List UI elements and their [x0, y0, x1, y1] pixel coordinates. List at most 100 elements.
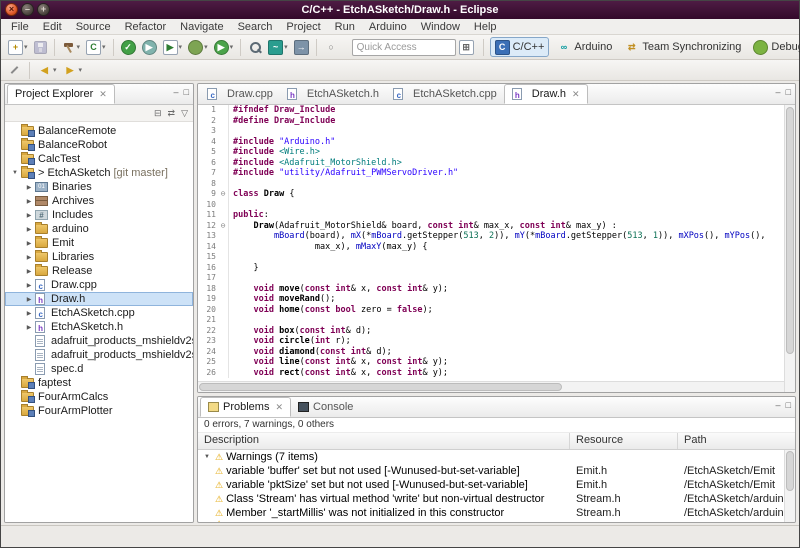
problem-row[interactable]: ⚠Member '_startMillis' was not initializ… — [198, 506, 783, 520]
quick-access-input[interactable] — [352, 39, 456, 56]
save-button[interactable] — [32, 37, 49, 57]
hscrollbar-thumb[interactable] — [199, 383, 562, 391]
tree-item-archives[interactable]: ▶Archives — [5, 194, 193, 208]
project-tree[interactable]: BalanceRemoteBalanceRobotCalcTest▼> Etch… — [5, 122, 193, 522]
minimize-problems-icon[interactable]: – — [776, 401, 781, 410]
editor-tab-etchasketch-h[interactable]: EtchASketch.h — [280, 84, 386, 104]
problems-group-warnings[interactable]: ▼⚠Warnings (7 items) — [198, 450, 783, 464]
tree-item-balanceremote[interactable]: BalanceRemote — [5, 124, 193, 138]
collapsed-arrow-icon[interactable]: ▶ — [23, 282, 35, 289]
verify-button[interactable]: ✓ — [119, 37, 138, 57]
problems-vscrollbar-thumb[interactable] — [786, 451, 794, 491]
menu-source[interactable]: Source — [69, 21, 118, 33]
problem-row[interactable]: ⚠variable 'buffer' set but not used [-Wu… — [198, 464, 783, 478]
open-element-button[interactable]: ○ — [322, 37, 341, 57]
close-project-explorer-icon[interactable]: ✕ — [99, 89, 107, 100]
tab-problems[interactable]: Problems✕ — [200, 397, 291, 417]
editor-horizontal-scrollbar[interactable] — [198, 381, 784, 392]
tree-item-fourarmplotter[interactable]: FourArmPlotter — [5, 404, 193, 418]
tree-item-draw-cpp[interactable]: ▶Draw.cpp — [5, 278, 193, 292]
tree-item-adafruit-products-mshieldv2schem-x[interactable]: adafruit_products_mshieldv2schem.x — [5, 348, 193, 362]
build-dropdown-icon[interactable]: ▾ — [77, 43, 81, 51]
run-dropdown-icon[interactable]: ▾ — [230, 43, 234, 51]
tree-item-includes[interactable]: ▶Includes — [5, 208, 193, 222]
new-button[interactable]: +▾ — [6, 37, 30, 57]
editor-tab-draw-h[interactable]: Draw.h✕ — [504, 84, 588, 104]
perspective-team-synchronizing[interactable]: ⇄Team Synchronizing — [619, 37, 746, 57]
tree-item-faptest[interactable]: faptest — [5, 376, 193, 390]
serial-plotter-button[interactable]: ~▾ — [266, 37, 290, 57]
menu-project[interactable]: Project — [279, 21, 327, 33]
problem-row[interactable]: ⚠Class 'Stream' has virtual method 'writ… — [198, 492, 783, 506]
maximize-problems-icon[interactable]: □ — [786, 401, 791, 410]
collapsed-arrow-icon[interactable]: ▶ — [23, 296, 35, 303]
tree-item-etchasketch-h[interactable]: ▶EtchASketch.h — [5, 320, 193, 334]
problem-row[interactable]: ⚠variable 'pktSize' set but not used [-W… — [198, 478, 783, 492]
forward-button[interactable]: ▶▾ — [61, 60, 85, 80]
tree-item-fourarmcalcs[interactable]: FourArmCalcs — [5, 390, 193, 404]
menu-search[interactable]: Search — [231, 21, 280, 33]
run-button[interactable]: ▶▾ — [212, 37, 236, 57]
back-dropdown-icon[interactable]: ▾ — [53, 66, 57, 74]
column-header-path[interactable]: Path — [678, 433, 795, 449]
collapsed-arrow-icon[interactable]: ▶ — [23, 212, 35, 219]
tab-project-explorer[interactable]: Project Explorer ✕ — [7, 84, 115, 104]
collapsed-arrow-icon[interactable]: ▶ — [23, 198, 35, 205]
tree-item-spec-d[interactable]: spec.d — [5, 362, 193, 376]
column-header-resource[interactable]: Resource — [570, 433, 678, 449]
perspective-c-c[interactable]: CC/C++ — [490, 37, 550, 57]
open-perspective-button[interactable]: ⊞ — [457, 37, 476, 57]
new-class-button[interactable]: C▾ — [84, 37, 108, 57]
vscrollbar-thumb[interactable] — [786, 107, 794, 354]
code-text-area[interactable]: 1#ifndef Draw_Include2#define Draw_Inclu… — [198, 105, 784, 381]
view-menu-icon[interactable]: ▽ — [181, 109, 188, 118]
expanded-arrow-icon[interactable]: ▼ — [9, 170, 21, 176]
close-view-icon[interactable]: ✕ — [275, 402, 283, 413]
minimize-view-icon[interactable]: – — [174, 88, 179, 97]
external-tools-dropdown-icon[interactable]: ▾ — [179, 43, 183, 51]
close-window-button[interactable]: × — [5, 3, 18, 16]
editor-tab-etchasketch-cpp[interactable]: EtchASketch.cpp — [386, 84, 504, 104]
link-with-editor-icon[interactable]: ⇄ — [168, 109, 176, 118]
upload-button[interactable]: → — [292, 37, 311, 57]
minimize-window-button[interactable]: – — [21, 3, 34, 16]
tree-item-adafruit-products-mshieldv2schem-p[interactable]: adafruit_products_mshieldv2schem.p — [5, 334, 193, 348]
tree-item-etchasketch[interactable]: ▼> EtchASketch[git master] — [5, 166, 193, 180]
new-class-dropdown-icon[interactable]: ▾ — [102, 43, 106, 51]
tree-item-release[interactable]: ▶Release — [5, 264, 193, 278]
menu-run[interactable]: Run — [328, 21, 362, 33]
new-dropdown-icon[interactable]: ▾ — [24, 43, 28, 51]
menu-help[interactable]: Help — [467, 21, 504, 33]
collapsed-arrow-icon[interactable]: ▶ — [23, 226, 35, 233]
collapsed-arrow-icon[interactable]: ▶ — [23, 184, 35, 191]
tree-item-arduino[interactable]: ▶arduino — [5, 222, 193, 236]
tab-console[interactable]: Console — [291, 397, 360, 417]
tree-item-balancerobot[interactable]: BalanceRobot — [5, 138, 193, 152]
tree-item-libraries[interactable]: ▶Libraries — [5, 250, 193, 264]
minimize-editor-icon[interactable]: – — [776, 88, 781, 97]
collapsed-arrow-icon[interactable]: ▶ — [23, 268, 35, 275]
maximize-window-button[interactable]: + — [37, 3, 50, 16]
menu-file[interactable]: File — [4, 21, 36, 33]
collapse-all-icon[interactable]: ⊟ — [154, 109, 162, 118]
perspective-debug[interactable]: Debug — [748, 37, 800, 57]
search-button[interactable] — [246, 37, 264, 57]
menu-window[interactable]: Window — [414, 21, 467, 33]
editor-tab-draw-cpp[interactable]: Draw.cpp — [200, 84, 280, 104]
last-edit-location-button[interactable] — [6, 60, 24, 80]
serial-plotter-dropdown-icon[interactable]: ▾ — [284, 43, 288, 51]
problem-row[interactable]: ⚠ — [198, 520, 783, 522]
menu-edit[interactable]: Edit — [36, 21, 69, 33]
close-tab-icon[interactable]: ✕ — [572, 89, 580, 100]
tree-item-calctest[interactable]: CalcTest — [5, 152, 193, 166]
resume-button[interactable]: ▶ — [140, 37, 159, 57]
menu-refactor[interactable]: Refactor — [118, 21, 174, 33]
perspective-arduino[interactable]: ∞Arduino — [551, 37, 617, 57]
collapsed-arrow-icon[interactable]: ▶ — [23, 310, 35, 317]
back-button[interactable]: ◀▾ — [35, 60, 59, 80]
problems-vertical-scrollbar[interactable] — [784, 450, 795, 522]
tree-item-draw-h[interactable]: ▶Draw.h — [5, 292, 193, 306]
column-header-description[interactable]: Description — [198, 433, 570, 449]
maximize-view-icon[interactable]: □ — [184, 88, 189, 97]
expanded-arrow-icon[interactable]: ▼ — [202, 454, 212, 460]
